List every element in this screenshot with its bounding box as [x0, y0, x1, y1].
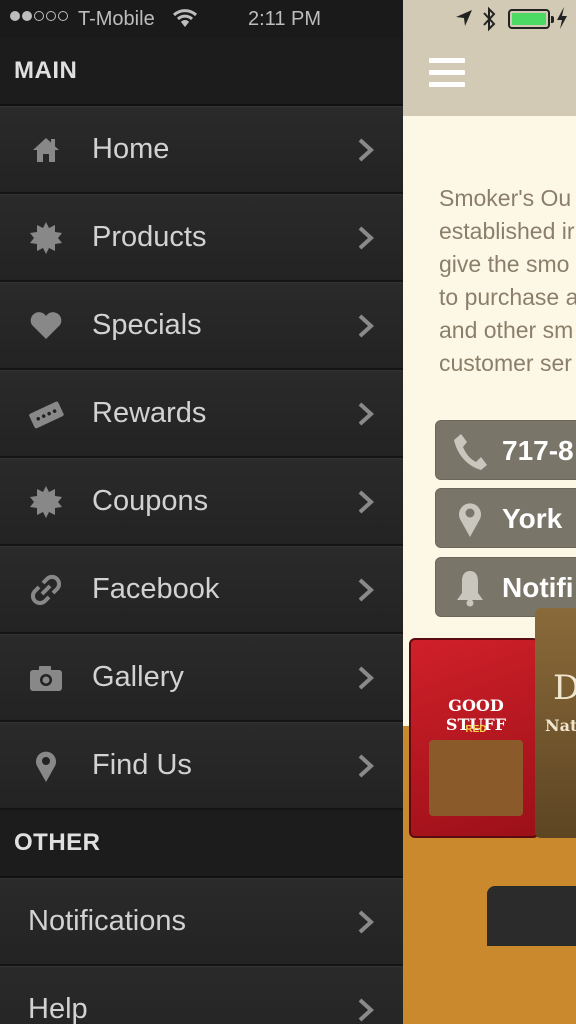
- menu-item-label: Coupons: [92, 485, 209, 517]
- charging-bolt-icon: [557, 7, 567, 29]
- ticket-icon: [28, 396, 64, 432]
- menu-item-products[interactable]: Products: [0, 194, 403, 282]
- menu-item-help[interactable]: Help: [0, 966, 403, 1024]
- chevron-right-icon: [358, 998, 374, 1021]
- carrier-name: T-Mobile: [78, 8, 155, 30]
- map-pin-icon: [452, 499, 488, 539]
- chevron-right-icon: [358, 402, 374, 425]
- tobacco-bag-red: GOOD STUFF RED: [409, 638, 539, 838]
- chevron-right-icon: [358, 578, 374, 601]
- menu-item-specials[interactable]: Specials: [0, 282, 403, 370]
- product-photo: GOOD STUFF RED D Nat: [403, 608, 576, 1024]
- about-line: give the smo: [439, 251, 570, 277]
- about-line: and other sm: [439, 317, 574, 343]
- status-bar-right: [403, 0, 576, 38]
- menu-item-label: Products: [92, 221, 207, 253]
- section-header-other: OTHER: [0, 810, 403, 878]
- menu-item-gallery[interactable]: Gallery: [0, 634, 403, 722]
- about-line: customer ser: [439, 350, 572, 376]
- bag-letter: D: [553, 668, 576, 708]
- menu-item-label: Gallery: [92, 661, 184, 693]
- about-line: Smoker's Ou: [439, 185, 572, 211]
- status-bar-left: T-Mobile 2:11 PM: [0, 0, 403, 38]
- chevron-right-icon: [358, 666, 374, 689]
- menu-item-rewards[interactable]: Rewards: [0, 370, 403, 458]
- main-content: Smoker's Ou established ir give the smo …: [403, 116, 576, 1024]
- about-line: established ir: [439, 218, 575, 244]
- menu-item-coupons[interactable]: Coupons: [0, 458, 403, 546]
- camera-icon: [28, 660, 64, 696]
- call-button[interactable]: 717-8: [435, 420, 576, 480]
- status-time: 2:11 PM: [248, 8, 321, 30]
- menu-item-label: Specials: [92, 309, 202, 341]
- badge-icon: [28, 484, 64, 520]
- menu-item-label: Help: [28, 993, 88, 1024]
- phone-icon: [452, 431, 488, 471]
- chevron-right-icon: [358, 910, 374, 933]
- link-icon: [28, 572, 64, 608]
- menu-item-facebook[interactable]: Facebook: [0, 546, 403, 634]
- menu-item-label: Notifications: [28, 905, 186, 937]
- directions-button-label: York: [502, 503, 563, 534]
- wifi-icon: [172, 9, 198, 27]
- chevron-right-icon: [358, 138, 374, 161]
- bag-text: Nat: [545, 716, 576, 735]
- hamburger-menu-icon[interactable]: [429, 58, 465, 88]
- battery-icon: [508, 9, 554, 29]
- menu-item-label: Home: [92, 133, 170, 165]
- chevron-right-icon: [358, 314, 374, 337]
- bag-variant: RED: [465, 724, 487, 735]
- bell-icon: [452, 568, 488, 608]
- chevron-right-icon: [358, 226, 374, 249]
- menu-item-find-us[interactable]: Find Us: [0, 722, 403, 810]
- bluetooth-icon: [483, 6, 496, 32]
- about-text: Smoker's Ou established ir give the smo …: [439, 182, 576, 380]
- section-header-main: MAIN: [0, 38, 403, 106]
- chevron-right-icon: [358, 490, 374, 513]
- directions-button[interactable]: York: [435, 488, 576, 548]
- rolling-machine: [487, 886, 576, 946]
- menu-item-home[interactable]: Home: [0, 106, 403, 194]
- menu-item-label: Find Us: [92, 749, 192, 781]
- side-menu: MAIN Home Products Specials Rewards Coup…: [0, 38, 403, 1024]
- badge-icon: [28, 220, 64, 256]
- location-arrow-icon: [456, 10, 472, 26]
- menu-item-notifications[interactable]: Notifications: [0, 878, 403, 966]
- signal-strength-icon: [10, 11, 68, 21]
- tobacco-bag-tan: D Nat: [535, 608, 576, 838]
- heart-icon: [28, 308, 64, 344]
- chevron-right-icon: [358, 754, 374, 777]
- about-line: to purchase a: [439, 284, 576, 310]
- menu-item-label: Rewards: [92, 397, 207, 429]
- map-pin-icon: [28, 748, 64, 784]
- home-icon: [28, 132, 64, 168]
- call-button-label: 717-8: [502, 435, 574, 466]
- top-nav-bar: [403, 38, 576, 116]
- menu-item-label: Facebook: [92, 573, 220, 605]
- notifications-button-label: Notifi: [502, 572, 574, 603]
